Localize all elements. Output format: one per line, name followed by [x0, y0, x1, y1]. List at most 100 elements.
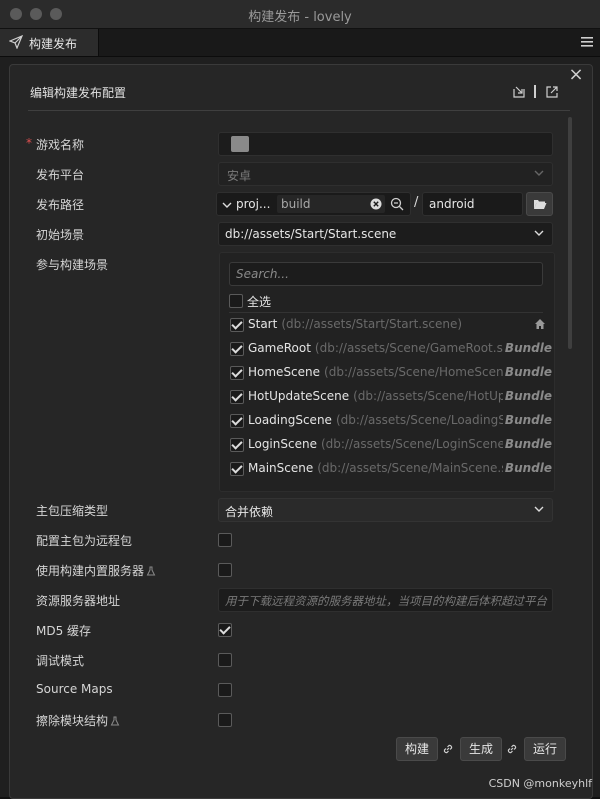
- window-title: 构建发布 - lovely: [248, 10, 352, 25]
- bundle-tag: Bundle: [502, 389, 552, 403]
- scene-row[interactable]: MainScene (db://assets/Scene/MainScene.sc…: [230, 458, 552, 480]
- scene-name-text: HotUpdateScene: [248, 389, 350, 403]
- header-actions: [512, 85, 562, 101]
- bundle-tag: Bundle: [502, 461, 552, 475]
- builtin-server-text: 使用构建内置服务器: [36, 564, 145, 578]
- server-address-label: 资源服务器地址: [36, 594, 121, 608]
- link-icon[interactable]: [506, 743, 518, 755]
- path-separator: /: [414, 195, 419, 210]
- scene-row[interactable]: HotUpdateScene(db://assets/Scene/HotUpda…: [230, 386, 552, 408]
- search-icon[interactable]: [390, 197, 404, 211]
- folder-open-icon: [534, 200, 547, 209]
- run-button[interactable]: 运行: [524, 737, 566, 761]
- scene-name: MainScene (db://assets/Scene/MainScene.sc…: [248, 461, 541, 475]
- watermark: CSDN @monkeyhlf: [488, 777, 592, 790]
- compression-value: 合并依赖: [225, 505, 274, 519]
- build-config-dialog: × 编辑构建发布配置 * 游戏名称 发布平台 安卓 发布路径 proj... b…: [9, 64, 593, 799]
- scene-checkbox[interactable]: [230, 462, 244, 476]
- text-cursor-block: [231, 136, 249, 152]
- erase-module-label: 擦除模块结构: [36, 712, 120, 729]
- platform-value: 安卓: [227, 169, 252, 183]
- bundle-tag: Bundle: [502, 341, 552, 355]
- build-path-group: proj... build: [216, 192, 411, 216]
- chevron-down-icon[interactable]: [222, 200, 232, 210]
- md5-cache-label: MD5 缓存: [36, 624, 92, 638]
- remote-main-checkbox[interactable]: [218, 533, 232, 547]
- server-address-input[interactable]: 用于下载远程资源的服务器地址，当项目的构建后体积超过平台: [218, 588, 553, 612]
- scene-checkbox[interactable]: [230, 414, 244, 428]
- scene-name: Start (db://assets/Start/Start.scene): [248, 317, 462, 331]
- bundle-tag: Bundle: [502, 365, 552, 379]
- scene-name-text: HomeScene: [248, 365, 321, 379]
- scene-name-text: LoginScene: [248, 437, 317, 451]
- source-maps-checkbox[interactable]: [218, 683, 232, 697]
- scene-name-text: MainScene: [248, 461, 314, 475]
- scene-checkbox[interactable]: [230, 366, 244, 380]
- erase-module-checkbox[interactable]: [218, 713, 232, 727]
- start-scene-select[interactable]: db://assets/Start/Start.scene: [218, 222, 553, 246]
- open-folder-button[interactable]: [526, 192, 553, 216]
- build-button[interactable]: 构建: [396, 737, 438, 761]
- chevron-down-icon: [534, 506, 544, 512]
- md5-cache-checkbox[interactable]: [218, 623, 232, 637]
- start-scene-value: db://assets/Start/Start.scene: [225, 227, 397, 241]
- builtin-server-checkbox[interactable]: [218, 563, 232, 577]
- build-path-input[interactable]: build: [277, 195, 385, 213]
- platform-select[interactable]: 安卓: [218, 162, 553, 186]
- tab-build-publish[interactable]: 构建发布: [0, 29, 99, 56]
- export-icon[interactable]: [545, 85, 559, 99]
- select-all-checkbox[interactable]: [229, 294, 243, 308]
- source-maps-label: Source Maps: [36, 682, 113, 696]
- clear-icon[interactable]: [370, 198, 382, 210]
- path-prefix-select[interactable]: proj...: [236, 197, 270, 211]
- chevron-down-icon: [534, 230, 544, 236]
- make-button[interactable]: 生成: [460, 737, 502, 761]
- home-icon: [535, 319, 545, 329]
- compression-label: 主包压缩类型: [36, 504, 109, 518]
- debug-mode-checkbox[interactable]: [218, 653, 232, 667]
- scene-checkbox[interactable]: [230, 318, 244, 332]
- remote-main-label: 配置主包为远程包: [36, 534, 133, 548]
- scene-name-text: GameRoot: [248, 341, 311, 355]
- scene-checkbox[interactable]: [230, 438, 244, 452]
- close-icon[interactable]: ×: [568, 66, 584, 84]
- build-subdir-input[interactable]: android: [422, 192, 523, 216]
- scrollbar[interactable]: [568, 117, 572, 349]
- scene-checkbox[interactable]: [230, 342, 244, 356]
- game-name-input[interactable]: [218, 132, 553, 156]
- scene-row[interactable]: HomeScene (db://assets/Scene/HomeScene.sc…: [230, 362, 552, 384]
- scene-row[interactable]: GameRoot (db://assets/Scene/GameRoot.scen…: [230, 338, 552, 360]
- scene-row[interactable]: LoadingScene (db://assets/Scene/LoadingSc…: [230, 410, 552, 432]
- import-icon[interactable]: [512, 85, 526, 99]
- dialog-title: 编辑构建发布配置: [30, 86, 127, 100]
- scene-search-input[interactable]: Search...: [229, 262, 543, 286]
- bundle-tag: Bundle: [502, 437, 552, 451]
- build-path-value: build: [281, 197, 311, 211]
- send-icon: [9, 35, 23, 49]
- debug-mode-label: 调试模式: [36, 654, 85, 668]
- required-mark: *: [26, 136, 32, 150]
- scene-search-placeholder: Search...: [236, 267, 289, 281]
- link-icon[interactable]: [442, 743, 454, 755]
- select-all-row[interactable]: 全选: [229, 290, 543, 313]
- included-scenes-label: 参与构建场景: [36, 258, 109, 272]
- scene-row[interactable]: LoginScene (db://assets/Scene/LoginScene.…: [230, 434, 552, 456]
- scene-name-text: Start: [248, 317, 278, 331]
- hamburger-menu-icon[interactable]: [580, 35, 594, 49]
- experimental-flask-icon: [110, 716, 120, 726]
- scene-path: (db://assets/Start/Start.scene): [281, 317, 463, 331]
- builtin-server-label: 使用构建内置服务器: [36, 562, 156, 579]
- scene-checkbox[interactable]: [230, 390, 244, 404]
- scene-name-text: LoadingScene: [248, 413, 332, 427]
- build-path-label: 发布路径: [36, 198, 85, 212]
- select-all-label: 全选: [247, 295, 272, 309]
- tab-label: 构建发布: [29, 37, 78, 51]
- scene-list-panel: Search... 全选 Start (db://assets/Start/Sta…: [219, 252, 555, 492]
- build-subdir-value: android: [429, 197, 475, 211]
- scene-row[interactable]: Start (db://assets/Start/Start.scene): [230, 314, 552, 336]
- tab-bar: 构建发布: [0, 29, 600, 57]
- header-divider: [28, 110, 570, 111]
- compression-select[interactable]: 合并依赖: [218, 498, 553, 522]
- platform-label: 发布平台: [36, 168, 85, 182]
- title-bar: 构建发布 - lovely: [0, 0, 600, 29]
